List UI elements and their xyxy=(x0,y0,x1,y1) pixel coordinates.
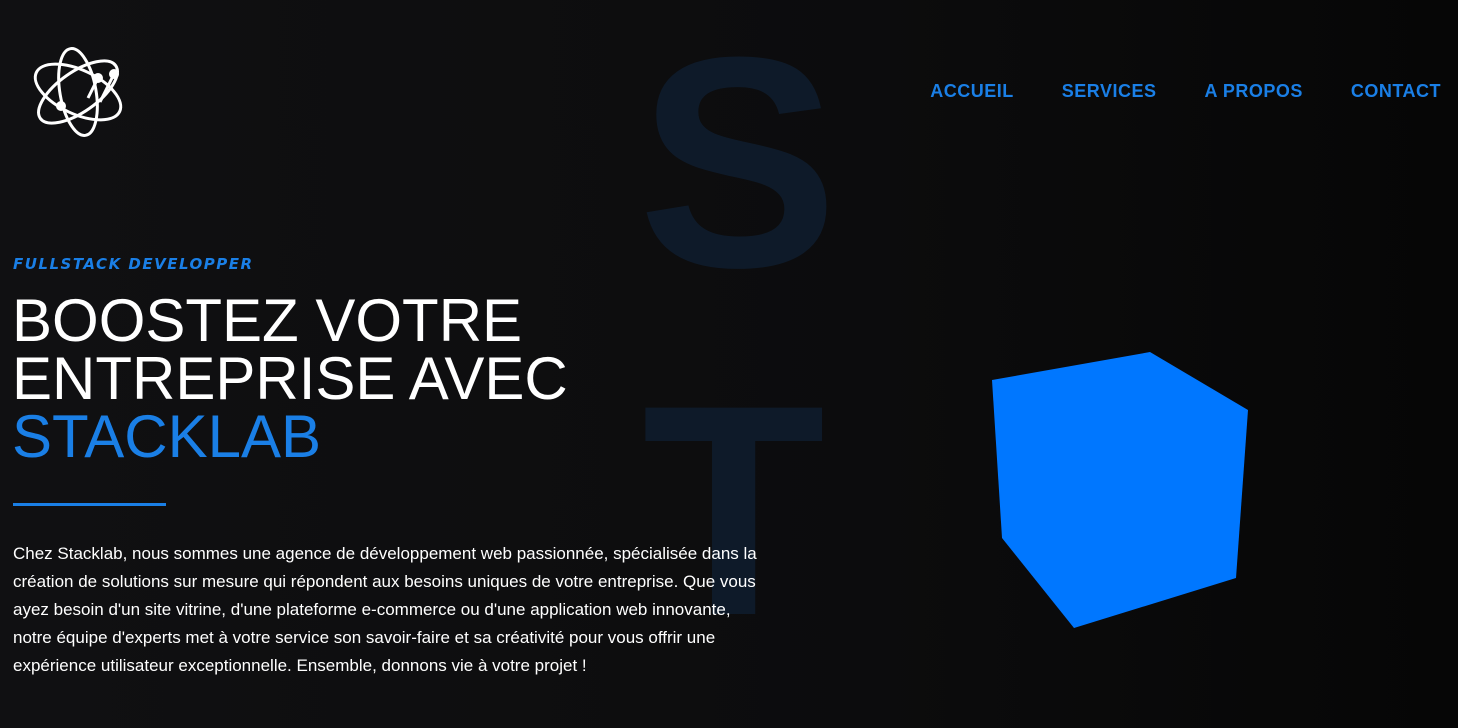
hero-page: S T ACCUEIL SERVICES A PROPOS CONTACT FU… xyxy=(0,0,1458,728)
cube-face xyxy=(992,352,1248,628)
hero-description: Chez Stacklab, nous sommes une agence de… xyxy=(13,544,757,675)
nav-link-a-propos[interactable]: A PROPOS xyxy=(1204,80,1302,102)
hero-subtitle: FULLSTACK DEVELOPPER xyxy=(13,255,254,273)
background-letter-s: S xyxy=(638,0,839,330)
main-nav: ACCUEIL SERVICES A PROPOS CONTACT xyxy=(882,80,1441,102)
headline-line-2: ENTREPRISE AVEC xyxy=(12,345,568,412)
atom-orbit-icon xyxy=(33,47,123,137)
nav-link-services[interactable]: SERVICES xyxy=(1062,80,1157,102)
hero-divider xyxy=(13,503,166,506)
logo-link[interactable] xyxy=(26,40,130,144)
nav-link-accueil[interactable]: ACCUEIL xyxy=(930,80,1014,102)
nav-link-contact[interactable]: CONTACT xyxy=(1351,80,1441,102)
hero-headline: BOOSTEZ VOTRE ENTREPRISE AVEC STACKLAB xyxy=(12,291,568,467)
rotating-cube xyxy=(992,352,1248,628)
headline-line-1: BOOSTEZ VOTRE xyxy=(12,287,523,354)
headline-accent: STACKLAB xyxy=(12,403,321,470)
